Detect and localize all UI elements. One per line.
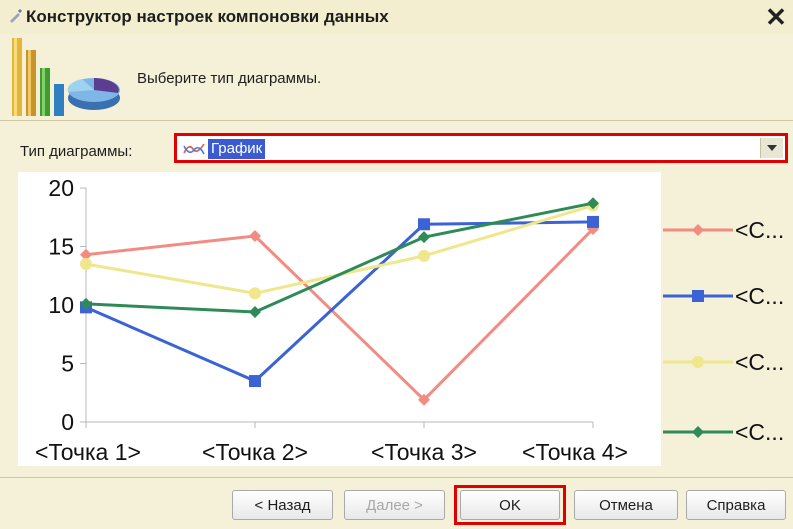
x-tick-label: <Точка 2> — [202, 439, 308, 465]
cancel-button[interactable]: Отмена — [574, 490, 678, 520]
data-point — [587, 215, 599, 228]
data-point — [418, 218, 430, 231]
series-line — [85, 227, 595, 402]
y-tick-label: 5 — [61, 351, 74, 377]
next-button[interactable]: Далее > — [344, 490, 445, 520]
back-button[interactable]: < Назад — [232, 490, 333, 520]
x-tick-label: <Точка 4> — [522, 439, 628, 465]
legend-label: <С... — [735, 217, 784, 243]
chart-legend: <С... <С... <С... <С... — [663, 217, 784, 445]
chart-type-select[interactable]: График — [174, 133, 788, 163]
chart-type-field[interactable]: График — [179, 138, 757, 159]
legend-marker — [692, 290, 704, 302]
legend-label: <С... — [735, 419, 784, 445]
data-point — [249, 375, 261, 388]
data-point — [80, 258, 92, 271]
y-tick-label: 0 — [61, 409, 74, 435]
wizard-header: Выберите тип диаграммы. — [0, 34, 793, 120]
legend-label: <С... — [735, 283, 784, 309]
chart-type-label: Тип диаграммы: — [20, 143, 133, 160]
help-button[interactable]: Справка — [686, 490, 786, 520]
data-point — [249, 287, 261, 300]
legend-marker — [692, 356, 704, 368]
wizard-prompt: Выберите тип диаграммы. — [137, 70, 322, 87]
wizard-footer: < Назад Далее > OK Отмена Справка — [0, 478, 793, 529]
chart-type-dropdown-button[interactable] — [760, 138, 783, 158]
legend-marker — [692, 224, 704, 236]
x-tick-label: <Точка 1> — [35, 439, 141, 465]
data-point — [418, 231, 430, 244]
chevron-down-icon — [767, 145, 777, 151]
line-chart-icon — [183, 143, 205, 155]
y-tick-label: 10 — [48, 292, 74, 318]
close-button[interactable]: ✕ — [763, 4, 789, 30]
chart-wizard-window: Конструктор настроек компоновки данных ✕… — [0, 0, 793, 529]
chart-type-value: График — [208, 139, 266, 159]
x-tick-label: <Точка 3> — [371, 439, 477, 465]
data-point — [418, 249, 430, 262]
legend-label: <С... — [735, 349, 784, 375]
chart-preview: 0 5 10 15 20 <Точка 1> <Точка 2> <Точка 3> <Точк… — [18, 172, 661, 466]
title-bar: Конструктор настроек компоновки данных ✕ — [0, 0, 793, 34]
window-title: Конструктор настроек компоновки данных — [26, 7, 389, 26]
data-point — [249, 306, 261, 319]
series-line — [85, 201, 594, 314]
y-tick-label: 15 — [48, 234, 74, 260]
legend-marker — [692, 426, 704, 438]
wizard-icon — [10, 9, 22, 23]
y-tick-label: 20 — [48, 175, 74, 201]
chart-wizard-logo-icon — [12, 38, 120, 116]
ok-button[interactable]: OK — [460, 490, 560, 520]
